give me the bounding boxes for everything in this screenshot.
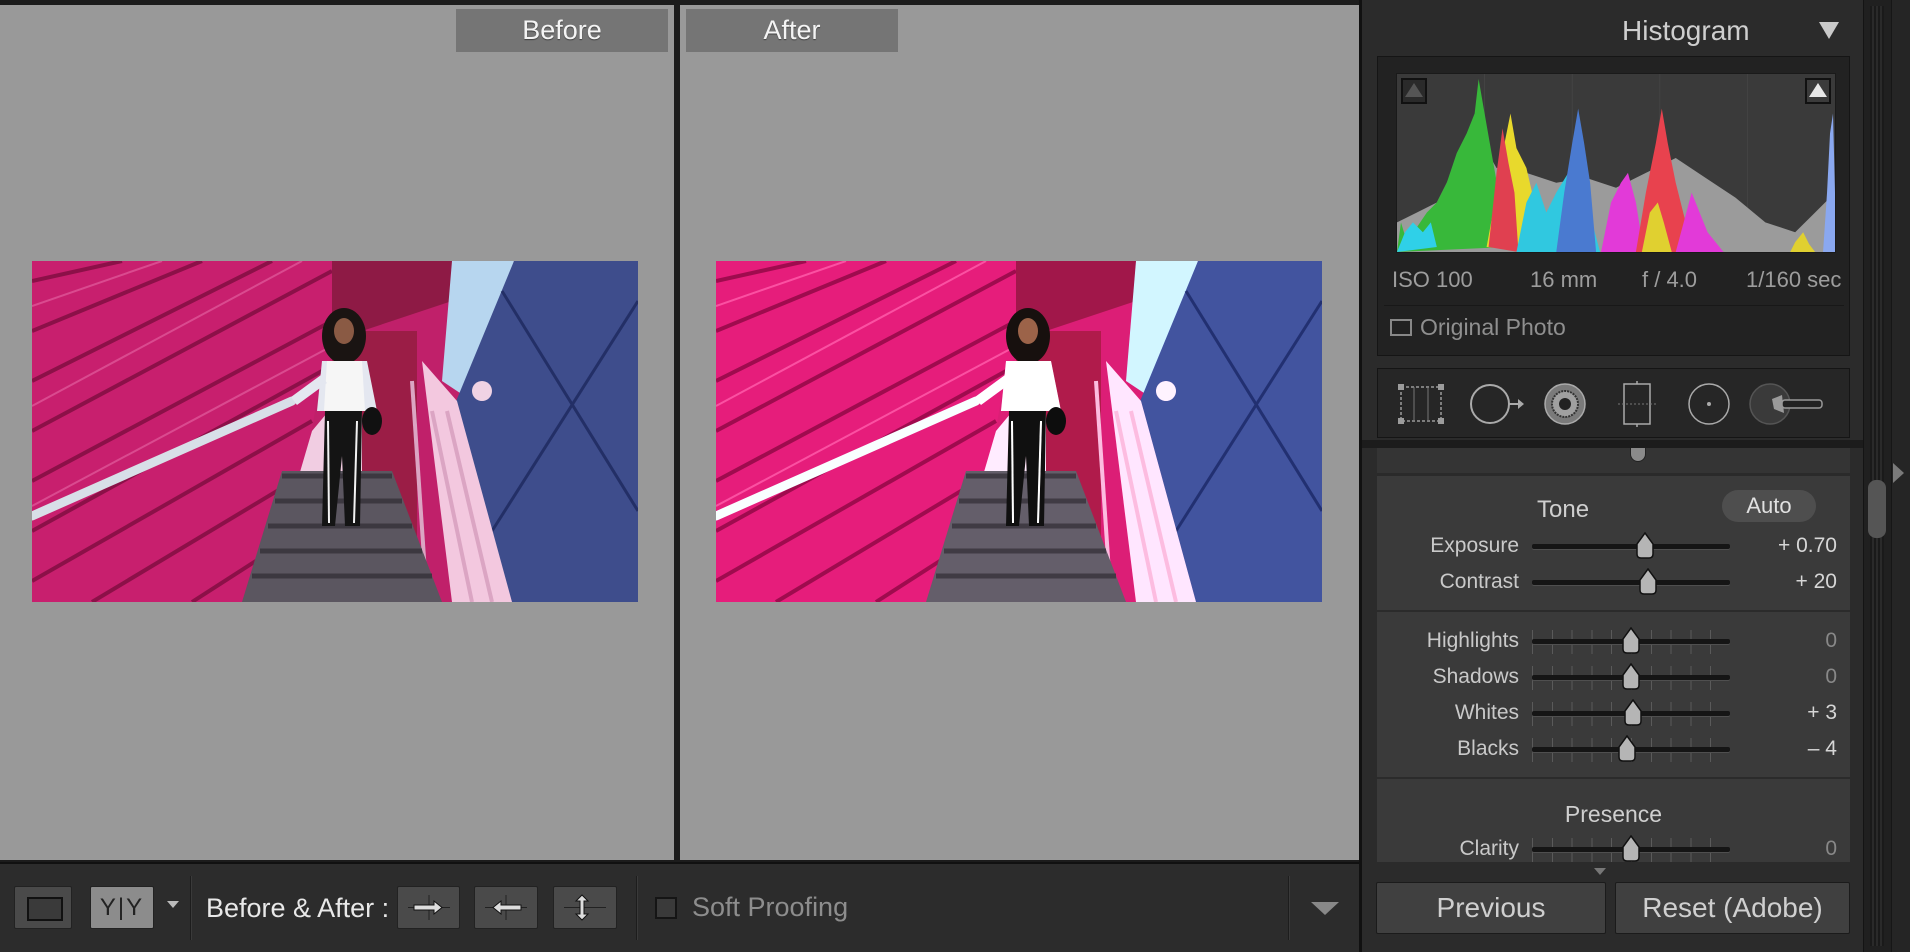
exposure-value[interactable]: + 0.70 — [1735, 529, 1837, 563]
toolbar-options-dropdown-icon[interactable] — [1311, 902, 1339, 915]
previous-button[interactable]: Previous — [1376, 882, 1606, 934]
contrast-slider-thumb[interactable] — [1638, 568, 1658, 595]
panel-scroll-down-icon[interactable] — [1594, 868, 1606, 875]
exif-focal-length: 16 mm — [1530, 267, 1598, 292]
swap-arrows-icon — [564, 894, 606, 921]
highlights-slider-row: Highlights 0 — [1377, 624, 1850, 658]
basic-panel: Tone Auto Exposure + 0.70 Contrast + 20 … — [1377, 448, 1850, 862]
tone-section-label: Tone — [1537, 496, 1590, 523]
contrast-label: Contrast — [1439, 570, 1519, 593]
highlights-value[interactable]: 0 — [1735, 624, 1837, 658]
view-mode-dropdown-icon[interactable] — [167, 901, 179, 908]
blacks-label: Blacks — [1457, 737, 1519, 760]
divider — [1377, 610, 1850, 612]
whites-slider-row: Whites + 3 — [1377, 696, 1850, 730]
arrow-right-icon — [408, 895, 450, 920]
after-label: After — [686, 9, 898, 52]
toolbar-divider — [1288, 876, 1290, 940]
before-pane[interactable]: Before — [0, 5, 674, 860]
soft-proofing-checkbox[interactable] — [655, 897, 677, 919]
soft-proofing-label[interactable]: Soft Proofing — [692, 891, 848, 923]
highlights-label: Highlights — [1426, 629, 1519, 652]
exif-iso: ISO 100 — [1392, 267, 1473, 292]
tint-slider-thumb[interactable] — [1630, 448, 1646, 462]
panel-divider — [1362, 440, 1866, 448]
expand-panel-arrow-icon[interactable] — [1893, 463, 1904, 483]
spot-removal-icon[interactable] — [1468, 381, 1526, 427]
swap-before-after-button[interactable] — [553, 886, 617, 929]
reset-adobe-button[interactable]: Reset (Adobe) — [1615, 882, 1850, 934]
histogram-graph[interactable] — [1396, 73, 1836, 253]
copy-before-to-after-button[interactable] — [397, 886, 460, 929]
before-photo[interactable] — [32, 261, 638, 602]
exif-shutter-speed: 1/160 sec — [1746, 267, 1842, 292]
shadow-clipping-icon[interactable] — [1401, 78, 1427, 104]
before-after-viewer: Before After — [0, 0, 1359, 862]
presence-section-label: Presence — [1564, 801, 1663, 827]
shadows-slider-row: Shadows 0 — [1377, 660, 1850, 694]
right-panel: Histogram ISO 100 16 mm f / 4.0 1/160 se… — [1359, 0, 1866, 952]
panel-scrollbar[interactable] — [1863, 0, 1891, 952]
contrast-slider-track[interactable] — [1532, 580, 1730, 585]
exposure-slider-row: Exposure + 0.70 — [1377, 529, 1850, 563]
lightroom-develop-window: Before After Y|Y Before & After : Soft P… — [0, 0, 1910, 952]
whites-slider-thumb[interactable] — [1623, 699, 1643, 726]
highlights-slider-thumb[interactable] — [1621, 627, 1641, 654]
exposure-slider-track[interactable] — [1532, 544, 1730, 549]
exposure-slider-thumb[interactable] — [1635, 532, 1655, 559]
tint-slider-remnant — [1377, 448, 1850, 474]
divider — [1377, 777, 1850, 779]
whites-value[interactable]: + 3 — [1735, 696, 1837, 730]
exif-aperture: f / 4.0 — [1642, 267, 1698, 292]
bottom-toolbar: Y|Y Before & After : Soft Proofing — [0, 862, 1359, 952]
contrast-slider-row: Contrast + 20 — [1377, 565, 1850, 599]
whites-label: Whites — [1454, 701, 1519, 724]
before-after-view-button[interactable]: Y|Y — [90, 886, 154, 929]
scrollbar-track[interactable] — [1870, 6, 1884, 946]
clarity-value[interactable]: 0 — [1735, 832, 1837, 862]
adjustment-brush-icon[interactable] — [1748, 381, 1830, 427]
shadows-value[interactable]: 0 — [1735, 660, 1837, 694]
before-label: Before — [456, 9, 668, 52]
highlight-clipping-icon[interactable] — [1805, 78, 1831, 104]
clarity-label: Clarity — [1459, 837, 1519, 860]
toolbar-divider — [190, 876, 192, 940]
shadows-label: Shadows — [1432, 665, 1519, 688]
clarity-slider-row: Clarity 0 — [1377, 832, 1850, 862]
auto-tone-button[interactable]: Auto — [1722, 490, 1816, 522]
copy-after-to-before-button[interactable] — [474, 886, 538, 929]
exposure-label: Exposure — [1430, 534, 1519, 557]
arrow-left-icon — [485, 895, 527, 920]
scrollbar-thumb[interactable] — [1868, 480, 1886, 538]
toolbar-divider — [636, 876, 638, 940]
crop-icon[interactable] — [1396, 381, 1446, 427]
shadows-slider-thumb[interactable] — [1621, 663, 1641, 690]
histogram-title[interactable]: Histogram — [1622, 14, 1750, 48]
histogram-panel: ISO 100 16 mm f / 4.0 1/160 sec Original… — [1377, 56, 1850, 356]
radial-filter-icon[interactable] — [1684, 381, 1734, 427]
contrast-value[interactable]: + 20 — [1735, 565, 1837, 599]
original-photo-checkbox[interactable] — [1390, 319, 1412, 336]
clarity-slider-thumb[interactable] — [1621, 835, 1641, 862]
after-photo[interactable] — [716, 261, 1322, 602]
divider — [1384, 305, 1844, 306]
blacks-value[interactable]: – 4 — [1735, 732, 1837, 766]
original-photo-label[interactable]: Original Photo — [1420, 313, 1566, 341]
collapse-panel-icon[interactable] — [1819, 22, 1839, 39]
red-eye-icon[interactable] — [1540, 381, 1590, 427]
after-pane[interactable]: After — [680, 5, 1359, 860]
loupe-view-button[interactable] — [14, 886, 72, 929]
graduated-filter-icon[interactable] — [1612, 381, 1662, 427]
before-after-label: Before & After : — [206, 893, 390, 923]
blacks-slider-row: Blacks – 4 — [1377, 732, 1850, 766]
blacks-slider-thumb[interactable] — [1617, 735, 1637, 762]
tool-strip — [1377, 368, 1850, 438]
divider — [1377, 474, 1850, 476]
